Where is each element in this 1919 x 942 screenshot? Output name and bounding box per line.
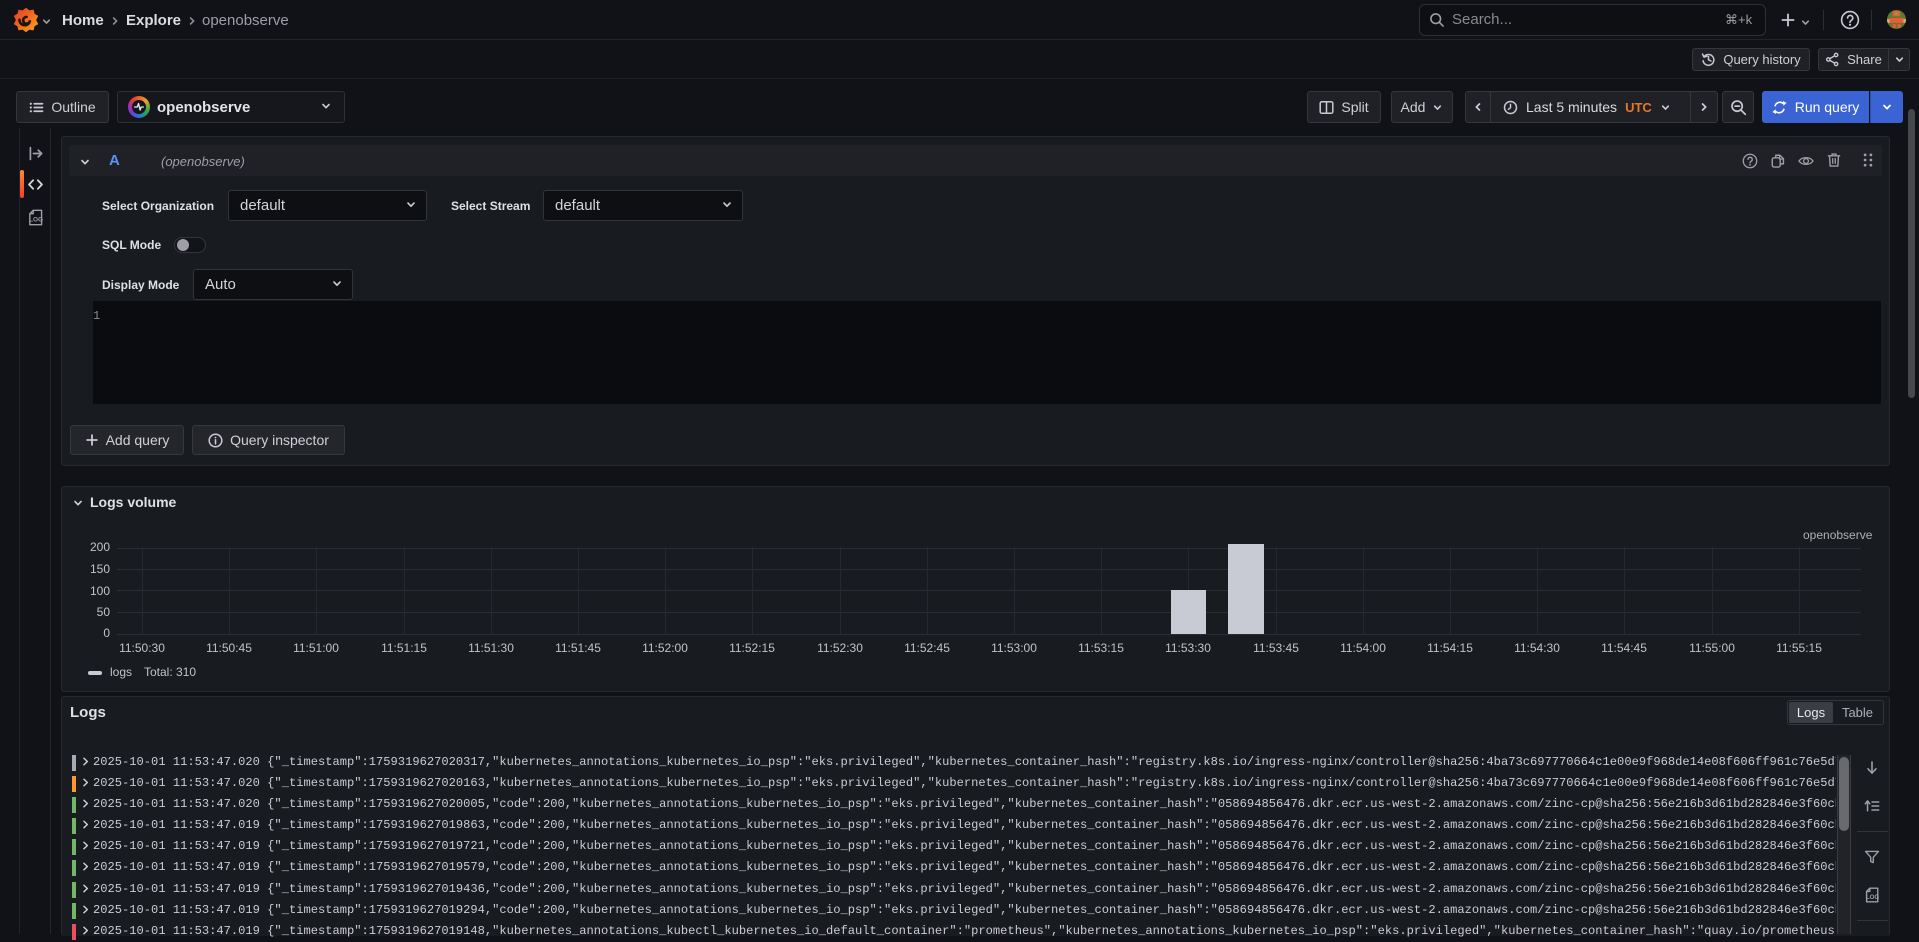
svg-text:LOG: LOG bbox=[29, 217, 43, 224]
svg-text:LOG: LOG bbox=[1866, 894, 1879, 901]
